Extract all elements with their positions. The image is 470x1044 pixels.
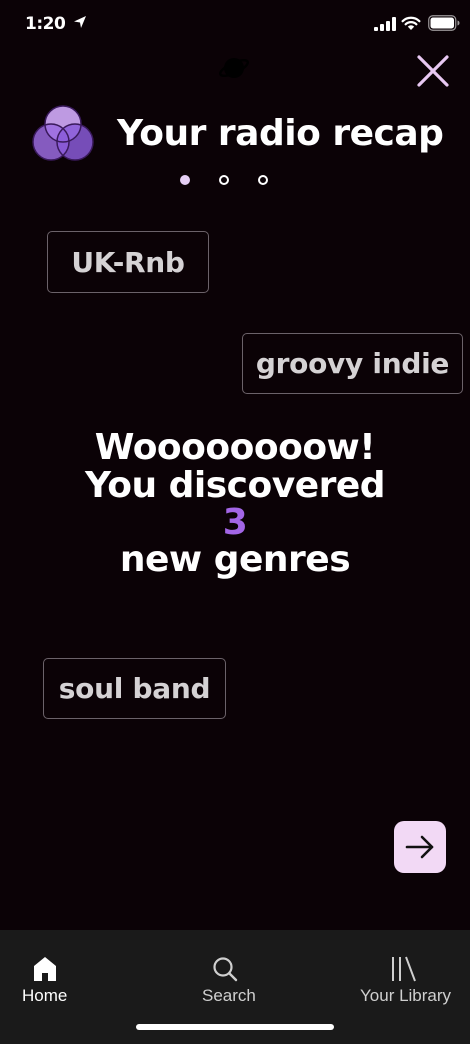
library-icon [392,956,416,982]
planet-icon [218,58,250,78]
page-dot-3[interactable] [258,175,268,185]
tab-your-library-label: Your Library [360,986,452,1005]
genre-chip: soul band [43,658,226,719]
tab-search-label: Search [202,986,256,1005]
genre-chip: UK-Rnb [47,231,209,293]
arrow-right-icon [405,835,434,859]
venn-circles-icon [32,105,94,161]
headline-discovered: You discovered [84,465,386,506]
status-bar: 1:20 [0,0,470,50]
page-dot-1[interactable] [180,175,190,185]
page-indicator [176,172,276,190]
page-dot-2[interactable] [219,175,229,185]
close-icon[interactable] [412,50,454,92]
tab-home-label: Home [22,986,68,1005]
tab-your-library[interactable]: Your Library [350,930,470,1020]
page-title: Your radio recap [117,113,444,154]
wifi-icon [401,16,421,30]
genre-chip: groovy indie [242,333,463,394]
next-button[interactable] [394,821,446,873]
tab-search[interactable]: Search [190,930,280,1020]
status-time: 1:20 [25,14,66,34]
cellular-signal-icon [374,17,396,31]
headline-new-genres: new genres [119,539,351,580]
home-indicator[interactable] [136,1024,334,1030]
search-icon [213,957,238,982]
tab-home[interactable]: Home [0,930,90,1020]
location-arrow-icon [74,16,86,28]
battery-icon [428,15,460,31]
headline-exclamation: Woooooooow! [94,427,376,468]
home-icon [34,957,56,981]
genre-count: 3 [222,502,248,543]
